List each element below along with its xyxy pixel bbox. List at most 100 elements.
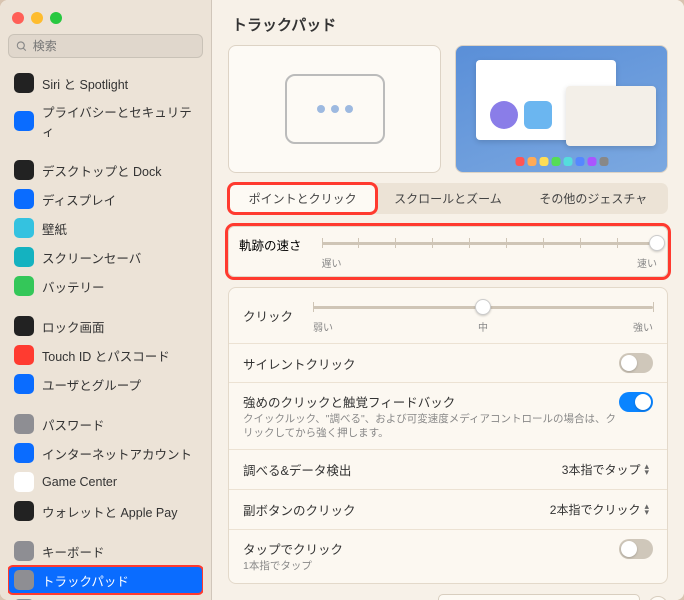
main-pane: トラックパッド [212,0,684,600]
lookup-label: 調べる&データ検出 [243,460,351,479]
secondary-click-value: 2本指でクリック [550,501,641,518]
sidebar-item-icon [14,111,34,131]
click-row: クリック 弱い 中 強い [229,288,667,344]
tracking-speed-label: 軌跡の速さ [239,233,302,254]
silent-click-row: サイレントクリック [229,344,667,383]
sidebar-item-icon [14,160,34,180]
sidebar-item[interactable]: Touch ID とパスコード [8,341,203,369]
lookup-row: 調べる&データ検出 3本指でタップ ▴▾ [229,450,667,490]
tap-to-click-row: タップでクリック 1本指でタップ [229,530,667,583]
sidebar-item-label: Siri と Spotlight [42,74,128,93]
sidebar-item-label: インターネットアカウント [42,444,192,463]
sidebar-item-icon [14,443,34,463]
page-title: トラックパッド [212,0,684,45]
sidebar-item[interactable]: パスワード [8,410,203,438]
sidebar-item[interactable]: スクリーンセーバ [8,243,203,271]
sidebar-item-icon [14,501,34,521]
search-field[interactable] [8,34,203,58]
window-controls [8,10,203,34]
sidebar-item[interactable]: 壁紙 [8,214,203,242]
silent-click-toggle[interactable] [619,353,653,373]
sidebar-item[interactable]: Siri と Spotlight [8,69,203,97]
sidebar-item[interactable]: プリンタとスキャナ [8,595,203,600]
sidebar-item-label: デスクトップと Dock [42,161,161,180]
search-icon [16,40,28,53]
desktop-preview [455,45,668,173]
sidebar-item-icon [14,73,34,93]
tracking-speed-row: 軌跡の速さ 遅い 速い [228,226,668,277]
sidebar-item[interactable]: ユーザとグループ [8,370,203,398]
settings-window: Siri と Spotlight プライバシーとセキュリティデスクトップと Doc… [0,0,684,600]
tab-more-gestures[interactable]: その他のジェスチャ [521,185,666,212]
tab-point-click[interactable]: ポイントとクリック [230,185,375,212]
click-label: クリック [243,306,293,325]
sidebar-item[interactable]: ディスプレイ [8,185,203,213]
sidebar-item[interactable]: バッテリー [8,272,203,300]
sidebar-item-icon [14,276,34,296]
tracking-fast-label: 速い [637,255,657,270]
sidebar-item-label: スクリーンセーバ [42,248,141,267]
sidebar-item[interactable]: プライバシーとセキュリティ [8,98,203,144]
silent-click-label: サイレントクリック [243,354,356,373]
sidebar-item-icon [14,345,34,365]
sidebar-item-label: ロック画面 [42,317,105,336]
sidebar-list: Siri と Spotlight プライバシーとセキュリティデスクトップと Doc… [8,68,203,600]
tracking-slow-label: 遅い [322,255,342,270]
sidebar-item-label: Touch ID とパスコード [42,346,170,365]
tap-to-click-toggle[interactable] [619,539,653,559]
sidebar-item-icon [14,570,34,590]
minimize-icon[interactable] [31,12,43,24]
tabs: ポイントとクリック スクロールとズーム その他のジェスチャ [228,183,668,214]
tap-to-click-desc: 1本指でタップ [243,560,619,574]
force-click-desc: クイックルック、"調べる"、および可変速度メディアコントロールの場合は、クリック… [243,413,619,440]
sidebar-item-icon [14,541,34,561]
content: ポイントとクリック スクロールとズーム その他のジェスチャ 軌跡の速さ 遅い [212,45,684,600]
sidebar-item-label: ウォレットと Apple Pay [42,502,177,521]
sidebar: Siri と Spotlight プライバシーとセキュリティデスクトップと Doc… [0,0,212,600]
trackpad-preview [228,45,441,173]
sidebar-item-icon [14,189,34,209]
sidebar-item-label: Game Center [42,475,117,489]
lookup-popup[interactable]: 3本指でタップ ▴▾ [558,459,653,480]
search-input[interactable] [33,39,195,53]
click-strong-label: 強い [633,319,653,334]
sidebar-item-icon [14,374,34,394]
sidebar-item-label: パスワード [42,415,105,434]
preview-row [228,45,668,173]
sidebar-item-label: バッテリー [42,277,105,296]
bluetooth-trackpad-button[interactable]: Bluetoothトラックパッドを設定... [438,594,640,600]
tap-to-click-label: タップでクリック [243,539,619,558]
settings-panel: クリック 弱い 中 強い [228,287,668,584]
close-icon[interactable] [12,12,24,24]
sidebar-item-label: キーボード [42,542,105,561]
sidebar-item-label: ディスプレイ [42,190,116,209]
secondary-click-popup[interactable]: 2本指でクリック ▴▾ [546,499,653,520]
sidebar-item[interactable]: インターネットアカウント [8,439,203,467]
trackpad-icon [285,74,385,144]
sidebar-item[interactable]: ウォレットと Apple Pay [8,497,203,525]
sidebar-item-icon [14,316,34,336]
force-click-row: 強めのクリックと触覚フィードバック クイックルック、"調べる"、および可変速度メ… [229,383,667,450]
sidebar-item-icon [14,472,34,492]
sidebar-item[interactable]: ロック画面 [8,312,203,340]
lookup-value: 3本指でタップ [562,461,641,478]
tracking-speed-slider[interactable]: 遅い 速い [322,233,657,270]
sidebar-item[interactable]: トラックパッド [8,566,203,594]
secondary-click-row: 副ボタンのクリック 2本指でクリック ▴▾ [229,490,667,530]
force-click-toggle[interactable] [619,392,653,412]
sidebar-item[interactable]: キーボード [8,537,203,565]
chevron-updown-icon: ▴▾ [644,464,649,475]
sidebar-item-icon [14,414,34,434]
sidebar-item[interactable]: デスクトップと Dock [8,156,203,184]
sidebar-item-label: トラックパッド [42,571,129,590]
force-click-label: 強めのクリックと触覚フィードバック [243,392,619,411]
secondary-click-label: 副ボタンのクリック [243,500,356,519]
sidebar-item-label: ユーザとグループ [42,375,141,394]
tab-scroll-zoom[interactable]: スクロールとズーム [375,185,520,212]
footer-row: Bluetoothトラックパッドを設定... ? [228,594,668,600]
sidebar-item[interactable]: Game Center [8,468,203,496]
click-weak-label: 弱い [313,319,333,334]
click-slider[interactable]: 弱い 中 強い [313,297,653,334]
zoom-icon[interactable] [50,12,62,24]
help-button[interactable]: ? [648,596,668,600]
